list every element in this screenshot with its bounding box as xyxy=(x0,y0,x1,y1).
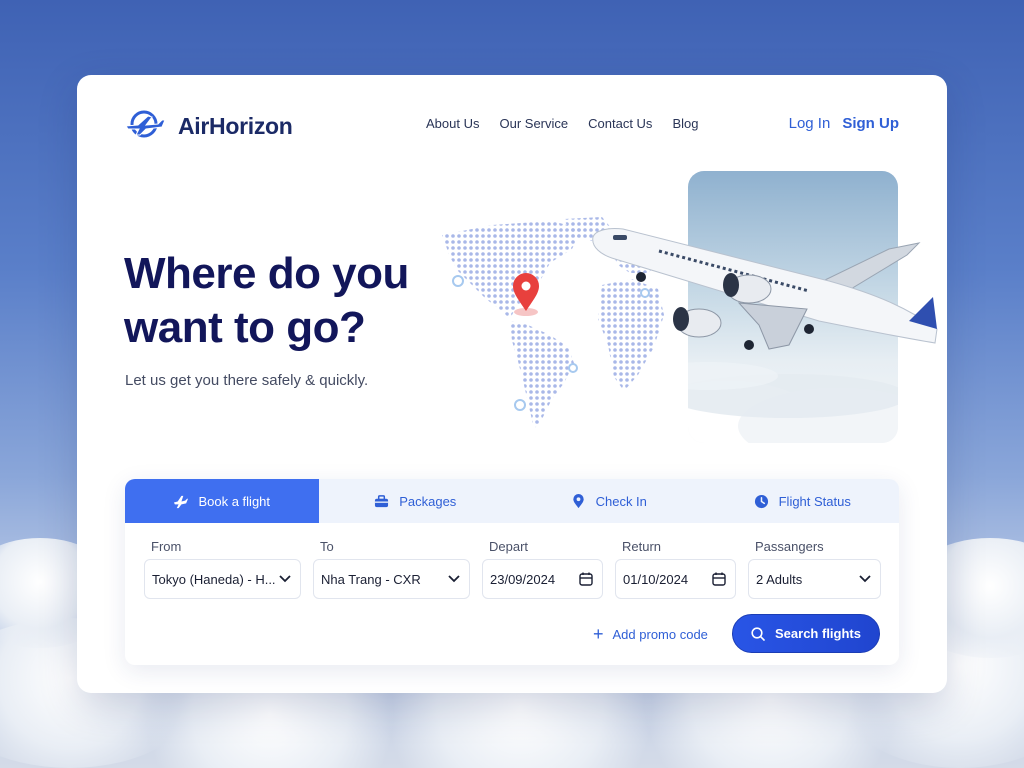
to-label: To xyxy=(320,539,334,554)
main-nav: About Us Our Service Contact Us Blog xyxy=(426,116,698,131)
calendar-icon xyxy=(712,572,726,586)
promo-label: Add promo code xyxy=(612,626,708,642)
depart-value: 23/09/2024 xyxy=(490,571,556,587)
tab-flight-status[interactable]: Flight Status xyxy=(706,479,900,523)
nav-about-us[interactable]: About Us xyxy=(426,116,479,131)
chevron-down-icon xyxy=(448,575,460,583)
add-promo-code-link[interactable]: + Add promo code xyxy=(593,625,708,643)
return-label: Return xyxy=(622,539,662,554)
main-card: AirHorizon About Us Our Service Contact … xyxy=(77,75,947,693)
to-select[interactable]: Nha Trang - CXR xyxy=(313,559,470,599)
tab-packages[interactable]: Packages xyxy=(319,479,513,523)
tab-check-in[interactable]: Check In xyxy=(512,479,706,523)
to-value: Nha Trang - CXR xyxy=(321,571,421,587)
location-pin-icon xyxy=(513,273,539,316)
airplane-icon xyxy=(592,228,938,350)
tab-label: Packages xyxy=(399,493,457,509)
nav-contact-us[interactable]: Contact Us xyxy=(588,116,652,131)
search-label: Search flights xyxy=(775,626,861,641)
passengers-label: Passangers xyxy=(755,539,824,554)
tab-book-a-flight[interactable]: Book a flight xyxy=(125,479,319,523)
auth-links: Log In Sign Up xyxy=(789,115,899,132)
tab-label: Flight Status xyxy=(778,493,851,509)
calendar-icon xyxy=(579,572,593,586)
depart-label: Depart xyxy=(489,539,529,554)
plane-globe-icon xyxy=(124,108,166,145)
from-label: From xyxy=(151,539,182,554)
from-select[interactable]: Tokyo (Haneda) - H... xyxy=(144,559,301,599)
chevron-down-icon xyxy=(279,575,291,583)
hero-title: Where do you want to go? xyxy=(124,247,444,355)
return-field: Return 01/10/2024 xyxy=(615,539,736,599)
plus-icon: + xyxy=(593,624,604,644)
from-field: From Tokyo (Haneda) - H... xyxy=(144,539,301,599)
search-icon xyxy=(751,626,765,641)
clock-icon xyxy=(754,494,768,508)
brand-name: AirHorizon xyxy=(178,113,293,139)
map-marker-dot xyxy=(452,275,464,287)
passengers-select[interactable]: 2 Adults xyxy=(748,559,881,599)
return-value: 01/10/2024 xyxy=(623,571,689,587)
booking-fields: From Tokyo (Haneda) - H... To Nha Trang … xyxy=(144,539,881,599)
hero-subtitle: Let us get you there safely & quickly. xyxy=(125,372,369,389)
depart-date-input[interactable]: 23/09/2024 xyxy=(482,559,603,599)
chevron-down-icon xyxy=(859,575,871,583)
search-flights-button[interactable]: Search flights xyxy=(732,614,880,653)
booking-tabs: Book a flight Packages Check In Flight S… xyxy=(125,479,899,523)
briefcase-icon xyxy=(375,494,389,507)
hero-title-line-1: Where do you xyxy=(124,249,409,298)
to-field: To Nha Trang - CXR xyxy=(313,539,470,599)
flight-booking-panel: Book a flight Packages Check In Flight S… xyxy=(125,479,899,665)
location-pin-icon xyxy=(572,493,584,508)
passengers-field: Passangers 2 Adults xyxy=(748,539,881,599)
nav-our-service[interactable]: Our Service xyxy=(499,116,568,131)
depart-field: Depart 23/09/2024 xyxy=(482,539,603,599)
tab-label: Book a flight xyxy=(198,493,271,509)
plane-icon xyxy=(174,495,189,508)
tab-label: Check In xyxy=(595,493,647,509)
signup-link[interactable]: Sign Up xyxy=(842,115,899,132)
from-value: Tokyo (Haneda) - H... xyxy=(152,571,276,587)
hero-title-line-2: want to go? xyxy=(124,303,366,352)
return-date-input[interactable]: 01/10/2024 xyxy=(615,559,736,599)
nav-blog[interactable]: Blog xyxy=(672,116,698,131)
login-link[interactable]: Log In xyxy=(789,115,831,132)
brand-logo[interactable]: AirHorizon xyxy=(124,108,293,145)
passengers-value: 2 Adults xyxy=(756,571,803,587)
